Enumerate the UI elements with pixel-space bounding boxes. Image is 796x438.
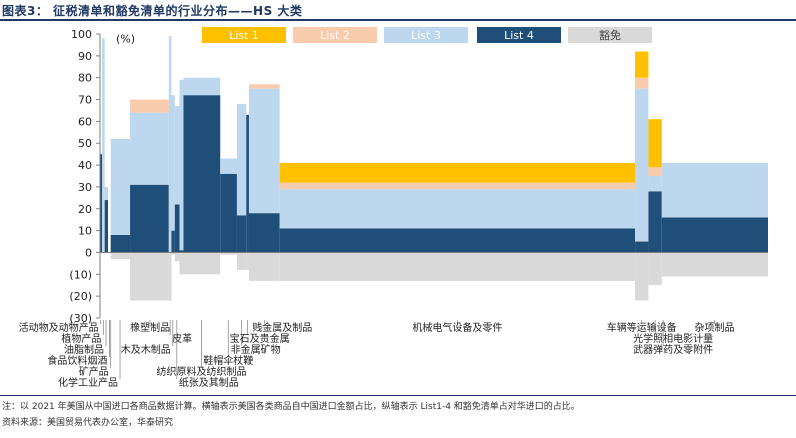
bar-exempt [110, 252, 131, 260]
category-label: 贱金属及制品 [252, 321, 312, 334]
y-tick-label: (10) [69, 268, 92, 281]
bar-list2 [648, 167, 662, 176]
bar-exempt [174, 252, 180, 262]
category-label: 化学工业产品 [58, 376, 118, 389]
bar-list4 [183, 95, 221, 253]
bar-exempt [279, 252, 636, 281]
bar-exempt [248, 252, 280, 281]
bar-exempt [236, 252, 247, 270]
marimekko-chart: (30)(20)(10)0102030405060708090100 (%) Li… [19, 27, 768, 389]
y-tick-label: (20) [69, 290, 92, 303]
bar-list3 [220, 158, 237, 174]
bar-list2 [279, 182, 636, 190]
figure-source: 资料来源：美国贸易代表办公室，华泰研究 [2, 418, 174, 428]
y-tick-label: 10 [78, 225, 92, 238]
y-tick-label: 70 [78, 94, 92, 107]
y-tick-label: 0 [85, 246, 92, 259]
bar-list4 [648, 191, 662, 253]
chart-legend: List 1 List 2 List 3 List 4 豁免 [202, 27, 652, 43]
category-label: 机械电气设备及零件 [412, 321, 502, 334]
bar-list4 [635, 241, 649, 253]
category-label: 皮革 [172, 332, 192, 345]
y-tick-label: 60 [78, 115, 92, 128]
y-tick-label: 100 [71, 28, 92, 41]
legend-label-exempt: 豁免 [599, 28, 621, 42]
bar-list2 [130, 99, 169, 113]
bar-list3 [104, 186, 109, 201]
category-labels: 活动物及动物产品植物产品油脂制品食品饮料烟酒矿产品化学工业产品 橡塑制品皮革木及木… [19, 320, 735, 389]
bar-list3 [183, 77, 221, 96]
bar-list1 [279, 162, 636, 183]
bar-list4 [236, 215, 247, 253]
bar-list4 [246, 114, 249, 253]
bar-list4 [104, 200, 109, 253]
legend-label-list4: List 4 [504, 29, 534, 42]
bar-list3 [279, 189, 636, 229]
category-label: 食品饮料烟酒 [47, 354, 107, 367]
bar-list3 [110, 138, 131, 235]
category-label: 武器弹药及零附件 [633, 343, 713, 356]
y-tick-label: 40 [78, 159, 92, 172]
bar-list3 [168, 36, 172, 253]
bar-exempt [130, 252, 169, 301]
bar-list4 [279, 228, 636, 253]
bar-list3 [179, 79, 184, 251]
bar-list3 [130, 112, 169, 185]
category-label: 车辆等运输设备 [607, 321, 677, 334]
bar-exempt [246, 252, 249, 270]
bar-exempt [661, 252, 768, 277]
figure-title: 图表3： 征税清单和豁免清单的行业分布——HS 大类 [2, 4, 303, 18]
bar-exempt [183, 252, 221, 275]
category-label: 杂项制品 [695, 321, 735, 334]
bar-list3 [248, 88, 280, 214]
bar-list4 [174, 204, 180, 253]
bar-exempt [635, 252, 649, 301]
category-label: 矿产品 [79, 365, 109, 378]
bar-list3 [648, 176, 662, 192]
title-rule [0, 19, 796, 21]
bar-list4 [220, 173, 237, 253]
figure-note: 注：以 2021 年美国从中国进口各商品数据计算。横轴表示美国各类商品自中国进口… [2, 402, 580, 412]
category-label: 木及木制品 [121, 343, 171, 356]
bottom-rule [0, 395, 796, 396]
bar-list3 [635, 88, 649, 242]
bar-list3 [236, 103, 247, 216]
y-tick-label: 90 [78, 50, 92, 63]
y-tick-label: 80 [78, 72, 92, 85]
bar-list3 [171, 95, 175, 231]
bar-exempt [179, 252, 184, 275]
y-tick-label: 50 [78, 137, 92, 150]
category-label: 活动物及动物产品 [19, 321, 99, 334]
bar-list1 [648, 119, 662, 168]
chart-bars [100, 36, 768, 301]
bar-list3 [661, 162, 768, 218]
bar-list4 [661, 217, 768, 253]
bar-exempt [168, 252, 172, 301]
legend-label-list2: List 2 [320, 29, 350, 42]
bar-list3 [102, 38, 105, 253]
bar-list4 [110, 234, 131, 253]
bar-list1 [635, 51, 649, 78]
category-label: 植物产品 [61, 332, 101, 345]
bar-list4 [171, 230, 175, 253]
legend-label-list3: List 3 [411, 29, 441, 42]
legend-label-list1: List 1 [229, 29, 259, 42]
y-unit-label: (%) [116, 32, 135, 45]
y-tick-label: 30 [78, 181, 92, 194]
category-label: 橡塑制品 [130, 321, 170, 334]
bar-list2 [635, 77, 649, 89]
bar-list3 [174, 106, 180, 205]
bar-exempt [648, 252, 662, 286]
bar-list2 [248, 84, 280, 89]
bar-list4 [130, 184, 169, 253]
category-label: 油脂制品 [64, 343, 104, 356]
y-tick-label: 20 [78, 203, 92, 216]
bar-list4 [248, 213, 280, 253]
